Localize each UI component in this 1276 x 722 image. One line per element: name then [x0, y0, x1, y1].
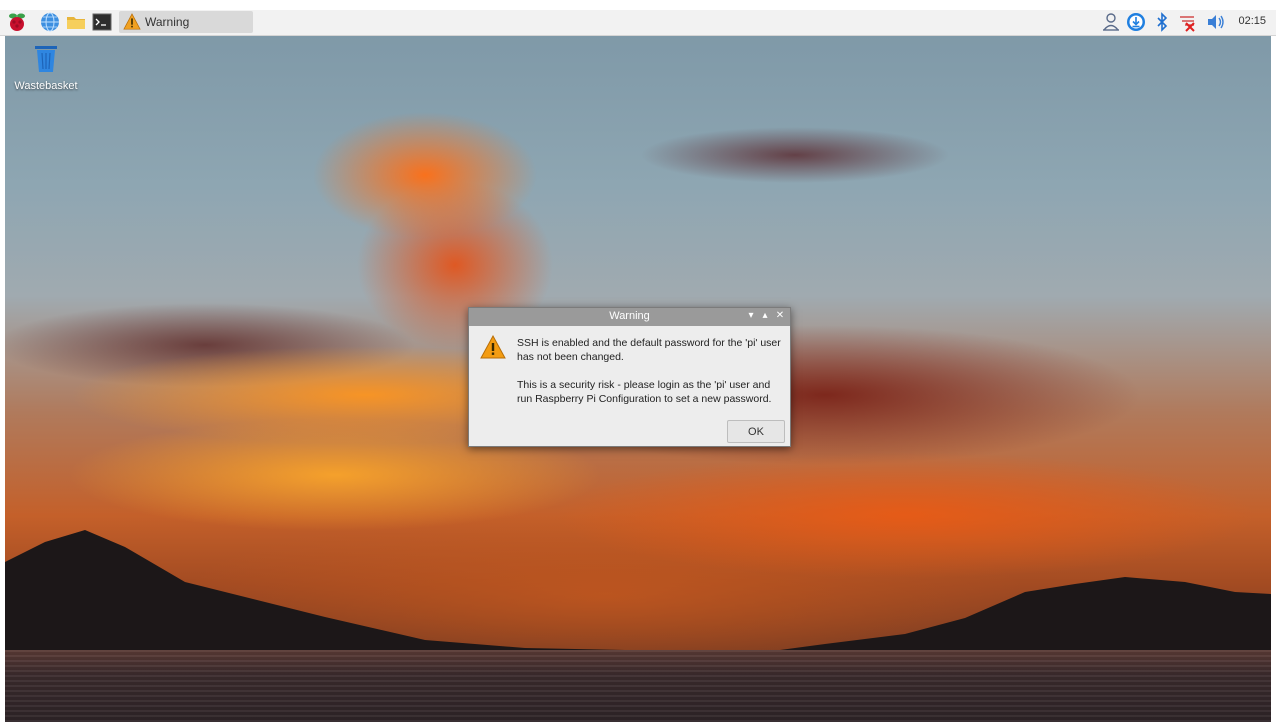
taskbar-window-label: Warning: [145, 15, 190, 29]
clock[interactable]: 02:15: [1238, 15, 1266, 27]
taskbar-window-button[interactable]: Warning: [119, 11, 253, 33]
bluetooth-icon[interactable]: [1152, 12, 1172, 32]
dialog-message-line: This is a security risk - please login a…: [517, 379, 771, 391]
desktop-icon-wastebasket[interactable]: Wastebasket: [10, 43, 82, 92]
close-icon[interactable]: ✕: [775, 311, 785, 321]
mountains-silhouette: [5, 530, 1271, 662]
terminal-icon[interactable]: [92, 12, 112, 32]
network-disconnected-icon[interactable]: [1177, 12, 1197, 32]
volume-icon[interactable]: [1206, 12, 1226, 32]
warning-icon: [480, 335, 506, 359]
raspberry-menu-icon[interactable]: [7, 12, 27, 32]
dialog-titlebar[interactable]: Warning ▾ ▴ ✕: [469, 308, 790, 326]
dialog-message-line: has not been changed.: [517, 351, 624, 363]
update-download-icon[interactable]: [1126, 12, 1146, 32]
warning-icon: [123, 13, 141, 30]
lake-water: [5, 650, 1271, 722]
warning-dialog: Warning ▾ ▴ ✕ SSH is enabled and the def…: [468, 307, 791, 447]
minimize-icon[interactable]: ▾: [746, 311, 756, 321]
maximize-icon[interactable]: ▴: [760, 311, 770, 321]
dialog-message-line: SSH is enabled and the default password …: [517, 337, 781, 349]
ok-button[interactable]: OK: [727, 420, 785, 443]
dialog-title: Warning: [609, 310, 650, 322]
dialog-message-line: run Raspberry Pi Configuration to set a …: [517, 393, 772, 405]
desktop-icon-label: Wastebasket: [14, 80, 78, 92]
user-icon[interactable]: [1101, 12, 1121, 32]
web-browser-icon[interactable]: [40, 12, 60, 32]
file-manager-icon[interactable]: [66, 12, 86, 32]
taskbar: Warning 02:15: [0, 10, 1276, 36]
trash-icon: [35, 46, 57, 72]
